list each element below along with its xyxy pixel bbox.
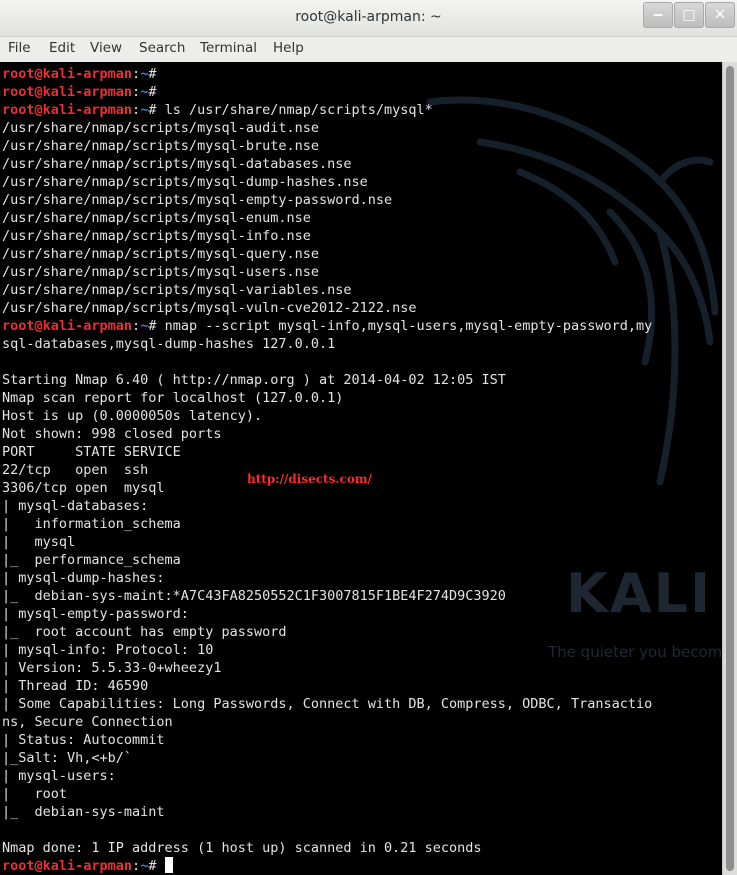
output-line: Host is up (0.0000050s latency). — [2, 408, 263, 424]
maximize-button[interactable]: □ — [674, 2, 704, 28]
menu-help[interactable]: Help — [273, 40, 304, 56]
output-line: | Version: 5.5.33-0+wheezy1 — [2, 660, 222, 676]
output-line: | Thread ID: 46590 — [2, 678, 149, 694]
prompt-line: root@kali-arpman:~# — [2, 857, 652, 875]
terminal-window: root@kali-arpman: ~ ‒ □ ✕ File Edit View… — [0, 0, 737, 875]
title-bar[interactable]: root@kali-arpman: ~ ‒ □ ✕ — [0, 0, 737, 37]
output-line: Not shown: 998 closed ports — [2, 426, 222, 442]
output-line: | Status: Autocommit — [2, 732, 165, 748]
menu-terminal[interactable]: Terminal — [200, 40, 257, 56]
output-line: |_ debian-sys-maint — [2, 804, 165, 820]
output-line: | mysql-dump-hashes: — [2, 570, 165, 586]
output-line: /usr/share/nmap/scripts/mysql-empty-pass… — [2, 192, 393, 208]
output-line: 22/tcp open ssh — [2, 462, 149, 478]
output-line: /usr/share/nmap/scripts/mysql-info.nse — [2, 228, 311, 244]
output-line: | mysql-info: Protocol: 10 — [2, 642, 214, 658]
text-cursor — [164, 857, 173, 873]
output-line: /usr/share/nmap/scripts/mysql-query.nse — [2, 246, 319, 262]
output-line: | mysql — [2, 534, 76, 550]
output-line: ns, Secure Connection — [2, 714, 173, 730]
output-line: /usr/share/nmap/scripts/mysql-brute.nse — [2, 138, 319, 154]
menu-edit[interactable]: Edit — [49, 40, 75, 56]
output-line: /usr/share/nmap/scripts/mysql-dump-hashe… — [2, 174, 368, 190]
output-line: 3306/tcp open mysql — [2, 480, 165, 496]
output-line: |_Salt: Vh,<+b/` — [2, 750, 133, 766]
output-line: /usr/share/nmap/scripts/mysql-databases.… — [2, 156, 352, 172]
scrollbar[interactable] — [722, 62, 737, 875]
output-line: | Some Capabilities: Long Passwords, Con… — [2, 696, 653, 712]
output-line: sql-databases,mysql-dump-hashes 127.0.0.… — [2, 336, 336, 352]
prompt-line: root@kali-arpman:~# — [2, 84, 157, 100]
output-line: /usr/share/nmap/scripts/mysql-audit.nse — [2, 120, 319, 136]
minimize-button[interactable]: ‒ — [643, 2, 673, 28]
output-line: /usr/share/nmap/scripts/mysql-users.nse — [2, 264, 319, 280]
prompt-line: root@kali-arpman:~# ls /usr/share/nmap/s… — [2, 102, 433, 118]
window-title: root@kali-arpman: ~ — [295, 9, 442, 25]
menu-view[interactable]: View — [90, 40, 122, 56]
output-line: | mysql-users: — [2, 768, 116, 784]
output-line: | root — [2, 786, 68, 802]
output-line: /usr/share/nmap/scripts/mysql-enum.nse — [2, 210, 311, 226]
output-line: PORT STATE SERVICE — [2, 444, 181, 460]
output-line: Nmap done: 1 IP address (1 host up) scan… — [2, 840, 482, 856]
output-line: |_ debian-sys-maint:*A7C43FA8250552C1F30… — [2, 588, 506, 604]
menu-search[interactable]: Search — [139, 40, 185, 56]
output-line: /usr/share/nmap/scripts/mysql-vuln-cve20… — [2, 300, 417, 316]
terminal-output: root@kali-arpman:~# root@kali-arpman:~# … — [2, 65, 652, 875]
prompt-line: root@kali-arpman:~# — [2, 66, 157, 82]
output-line: | mysql-databases: — [2, 498, 149, 514]
output-line: Starting Nmap 6.40 ( http://nmap.org ) a… — [2, 372, 506, 388]
scrollbar-thumb[interactable] — [726, 66, 734, 871]
menu-file[interactable]: File — [8, 40, 31, 56]
menu-bar: File Edit View Search Terminal Help — [0, 37, 737, 61]
close-button[interactable]: ✕ — [705, 2, 735, 28]
output-line: | information_schema — [2, 516, 181, 532]
output-line: Nmap scan report for localhost (127.0.0.… — [2, 390, 344, 406]
output-line: /usr/share/nmap/scripts/mysql-variables.… — [2, 282, 352, 298]
terminal-area[interactable]: KALI The quieter you becom http://disect… — [0, 62, 722, 875]
window-controls: ‒ □ ✕ — [642, 2, 735, 28]
output-line: |_ root account has empty password — [2, 624, 287, 640]
output-line: | mysql-empty-password: — [2, 606, 189, 622]
prompt-line: root@kali-arpman:~# nmap --script mysql-… — [2, 318, 653, 334]
output-line: |_ performance_schema — [2, 552, 181, 568]
